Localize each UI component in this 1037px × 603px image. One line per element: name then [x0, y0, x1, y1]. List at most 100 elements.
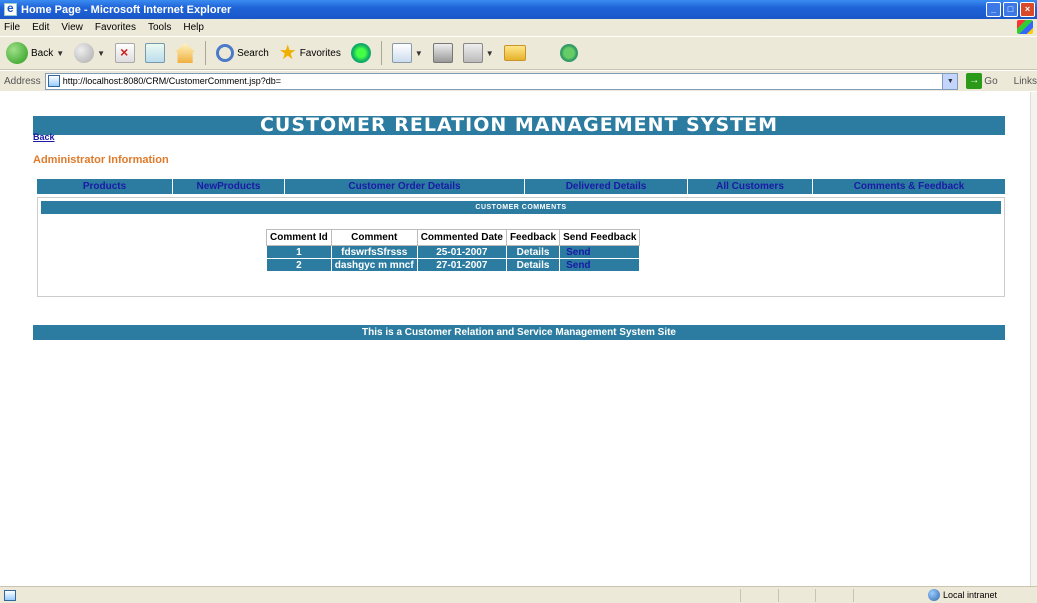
- toolbar-separator: [380, 41, 382, 65]
- search-label: Search: [237, 47, 269, 59]
- chevron-down-icon: ▼: [485, 48, 494, 58]
- address-bar: Address http://localhost:8080/CRM/Custom…: [0, 71, 1037, 91]
- mail-icon: [391, 43, 412, 63]
- table-row: 1 fdswrfsSfrsss 25-01-2007 Details Send: [266, 245, 641, 259]
- folder-button[interactable]: [502, 40, 528, 66]
- toolbar: Back ▼ ▼ Search ★ Favorites ▼ ▼: [0, 36, 1037, 70]
- chevron-down-icon: ▼: [56, 48, 65, 58]
- address-input[interactable]: http://localhost:8080/CRM/CustomerCommen…: [44, 72, 959, 90]
- footer-bar: This is a Customer Relation and Service …: [33, 325, 1005, 340]
- intranet-globe-icon: [927, 589, 940, 601]
- cell-comment-id: 1: [266, 245, 332, 259]
- media-icon: [350, 43, 371, 63]
- cell-comment: dashgyc m mncf: [330, 258, 418, 272]
- details-link[interactable]: Details: [505, 245, 561, 259]
- back-label: Back: [31, 47, 54, 59]
- menu-favorites[interactable]: Favorites: [95, 22, 136, 33]
- table-row: 2 dashgyc m mncf 27-01-2007 Details Send: [266, 258, 641, 272]
- stop-icon: [115, 43, 136, 63]
- menu-help[interactable]: Help: [183, 22, 204, 33]
- stop-button[interactable]: [113, 40, 137, 66]
- maximize-button[interactable]: □: [1003, 2, 1018, 17]
- mail-button[interactable]: ▼: [390, 40, 425, 66]
- address-label: Address: [4, 75, 41, 87]
- favorites-label: Favorites: [299, 47, 341, 59]
- edit-icon: [462, 43, 483, 63]
- address-dropdown-icon[interactable]: ▼: [942, 73, 958, 89]
- security-zone: Local intranet: [927, 589, 997, 601]
- back-link[interactable]: Back: [33, 132, 55, 142]
- nav-delivered-details[interactable]: Delivered Details: [525, 179, 688, 194]
- print-icon: [432, 43, 453, 63]
- col-feedback: Feedback: [505, 229, 561, 246]
- print-button[interactable]: [431, 40, 455, 66]
- close-button[interactable]: ×: [1020, 2, 1035, 17]
- back-arrow-icon: [6, 42, 28, 64]
- cell-comment: fdswrfsSfrsss: [330, 245, 418, 259]
- address-url: http://localhost:8080/CRM/CustomerCommen…: [62, 76, 282, 86]
- chevron-down-icon: ▼: [414, 48, 423, 58]
- minimize-button[interactable]: _: [986, 2, 1001, 17]
- window-title: Home Page - Microsoft Internet Explorer: [21, 3, 232, 16]
- home-icon: [175, 43, 196, 63]
- vertical-scrollbar[interactable]: [1030, 92, 1037, 586]
- zone-label: Local intranet: [942, 590, 997, 600]
- status-panels: [740, 589, 890, 602]
- chevron-down-icon: ▼: [97, 48, 106, 58]
- page-title: CUSTOMER RELATION MANAGEMENT SYSTEM: [33, 116, 1005, 135]
- col-comment: Comment: [330, 229, 418, 246]
- refresh-button[interactable]: [143, 40, 167, 66]
- menu-edit[interactable]: Edit: [32, 22, 49, 33]
- nav-bar: Products NewProducts Customer Order Deta…: [37, 179, 1005, 194]
- forward-button[interactable]: ▼: [72, 40, 107, 66]
- windows-flag-icon: [1017, 20, 1033, 34]
- col-commented-date: Commented Date: [416, 229, 507, 246]
- back-button[interactable]: Back ▼: [4, 40, 66, 66]
- page-status-icon: [4, 590, 16, 601]
- cell-commented-date: 25-01-2007: [416, 245, 507, 259]
- page-icon: [47, 75, 60, 87]
- status-bar: Local intranet: [0, 586, 1037, 603]
- admin-info-heading: Administrator Information: [33, 154, 169, 166]
- home-button[interactable]: [173, 40, 197, 66]
- col-comment-id: Comment Id: [266, 229, 332, 246]
- media-button[interactable]: [349, 40, 373, 66]
- window-controls: _ □ ×: [986, 2, 1035, 17]
- comments-table: Comment Id Comment Commented Date Feedba…: [266, 229, 641, 272]
- go-arrow-icon: →: [966, 73, 983, 89]
- nav-comments-feedback[interactable]: Comments & Feedback: [813, 179, 1005, 194]
- nav-all-customers[interactable]: All Customers: [688, 179, 813, 194]
- nav-products[interactable]: Products: [37, 179, 173, 194]
- window-title-bar: Home Page - Microsoft Internet Explorer …: [0, 0, 1037, 19]
- search-icon: [216, 44, 235, 62]
- section-title: CUSTOMER COMMENTS: [41, 201, 1001, 214]
- cell-comment-id: 2: [266, 258, 332, 272]
- page-viewport: CUSTOMER RELATION MANAGEMENT SYSTEM Back…: [0, 92, 1030, 586]
- menu-file[interactable]: File: [4, 22, 20, 33]
- nav-customer-order-details[interactable]: Customer Order Details: [285, 179, 525, 194]
- edit-button[interactable]: ▼: [461, 40, 496, 66]
- favorites-star-icon: ★: [278, 42, 297, 64]
- go-button[interactable]: → Go: [966, 73, 998, 89]
- links-button[interactable]: Links: [1014, 76, 1037, 87]
- menu-bar: File Edit View Favorites Tools Help: [0, 19, 1037, 36]
- col-send-feedback: Send Feedback: [559, 229, 641, 246]
- details-link[interactable]: Details: [505, 258, 561, 272]
- go-label: Go: [984, 75, 998, 87]
- cell-commented-date: 27-01-2007: [416, 258, 507, 272]
- toolbar-separator: [205, 41, 207, 65]
- favorites-button[interactable]: ★ Favorites: [277, 40, 343, 66]
- refresh-icon: [145, 43, 166, 63]
- messenger-button[interactable]: [534, 40, 580, 66]
- forward-arrow-icon: [74, 43, 95, 63]
- messenger-icon: [559, 44, 578, 62]
- search-button[interactable]: Search: [214, 40, 271, 66]
- menu-tools[interactable]: Tools: [148, 22, 171, 33]
- table-header-row: Comment Id Comment Commented Date Feedba…: [266, 229, 641, 246]
- menu-view[interactable]: View: [61, 22, 83, 33]
- send-link[interactable]: Send: [559, 258, 641, 272]
- ie-icon: [4, 1, 17, 16]
- send-link[interactable]: Send: [559, 245, 641, 259]
- folder-icon: [503, 45, 526, 61]
- nav-new-products[interactable]: NewProducts: [173, 179, 285, 194]
